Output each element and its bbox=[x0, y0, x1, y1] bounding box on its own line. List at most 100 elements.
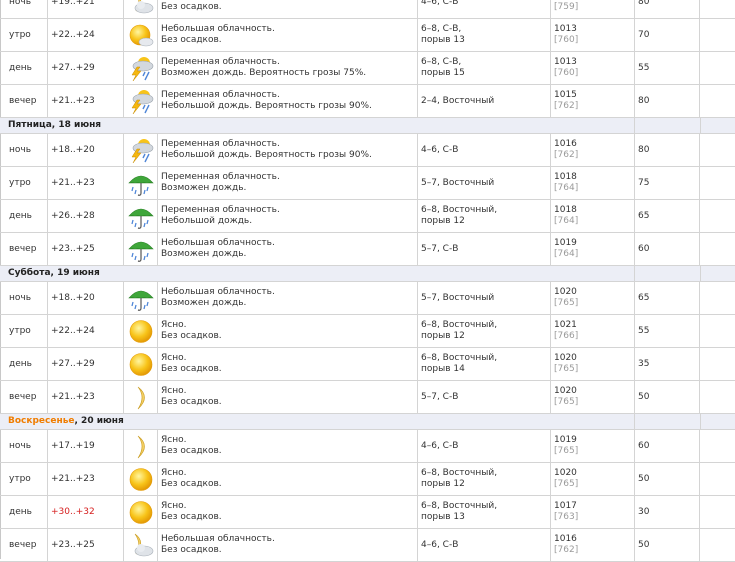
time-of-day-cell: утро bbox=[0, 19, 47, 51]
forecast-row: день +27..+29 Ясно. Без осадков. 6–8, Восточ… bbox=[0, 348, 735, 381]
day-date: , 20 июня bbox=[74, 416, 124, 426]
temperature-cell: +21..+23 bbox=[47, 167, 123, 199]
time-of-day: утро bbox=[9, 474, 31, 484]
umbrella-icon bbox=[127, 203, 155, 230]
pressure-text: 1020 [765] bbox=[554, 353, 578, 375]
conditions-cell: Ясно. Без осадков. bbox=[157, 463, 417, 495]
wind-cell: 6–8, С-В, порыв 13 bbox=[417, 19, 550, 51]
wind-cell: 6–8, Восточный, порыв 14 bbox=[417, 348, 550, 380]
conditions-line-1: Ясно. bbox=[161, 468, 187, 478]
conditions-line-1: Ясно. bbox=[161, 353, 187, 363]
temperature-value: +21..+23 bbox=[51, 96, 95, 106]
conditions-line-2: Возможен дождь. bbox=[161, 249, 247, 259]
humidity-value: 50 bbox=[638, 540, 650, 550]
conditions-line-2: Без осадков. bbox=[161, 479, 222, 489]
wind-speed: 6–8, Восточный, bbox=[421, 353, 498, 363]
time-of-day-cell: вечер bbox=[0, 529, 47, 561]
time-of-day-cell: день bbox=[0, 496, 47, 528]
wind-gust: порыв 12 bbox=[421, 479, 465, 489]
weather-icon-cell bbox=[123, 430, 157, 462]
pressure-text: 1015 [762] bbox=[554, 90, 578, 112]
conditions-cell: Небольшая облачность.Без осадков. bbox=[157, 529, 417, 561]
wind-cell: 6–8, Восточный, порыв 13 bbox=[417, 496, 550, 528]
wind-speed: 4–6, С-В bbox=[421, 145, 459, 155]
pressure-mmhg: [764] bbox=[554, 249, 579, 259]
weather-icon-cell bbox=[123, 233, 157, 265]
day-weekday: Воскресенье bbox=[8, 416, 75, 426]
umbrella-icon bbox=[127, 236, 155, 263]
humidity-cell: 75 bbox=[634, 167, 700, 199]
conditions-line-1: Небольшая облачность. bbox=[161, 24, 275, 34]
temperature-cell: +27..+29 bbox=[47, 348, 123, 380]
temperature-cell: +21..+23 bbox=[47, 85, 123, 117]
humidity-value: 60 bbox=[638, 244, 650, 254]
pressure-mmhg: [762] bbox=[554, 150, 579, 160]
temperature-value: +27..+29 bbox=[51, 359, 95, 369]
pressure-mmhg: [763] bbox=[554, 512, 579, 522]
conditions-line-2: Без осадков. bbox=[161, 545, 222, 555]
moon-icon bbox=[127, 384, 155, 411]
time-of-day: вечер bbox=[9, 540, 37, 550]
conditions-cell: Ясно. Без осадков. bbox=[157, 348, 417, 380]
conditions-text: Переменная облачность. Возможен дождь. bbox=[161, 172, 280, 194]
pressure-mmhg: [766] bbox=[554, 331, 579, 341]
column-divider bbox=[700, 266, 701, 281]
temperature-value: +23..+25 bbox=[51, 244, 95, 254]
time-of-day-cell: вечер bbox=[0, 85, 47, 117]
forecast-row: день +30..+32 Ясно. Без осадков. 6–8, Восточ… bbox=[0, 496, 735, 529]
pressure-hpa: 1019 bbox=[554, 238, 577, 248]
pressure-hpa: 1021 bbox=[554, 320, 577, 330]
wind-cell: 6–8, Восточный, порыв 12 bbox=[417, 315, 550, 347]
pressure-hpa: 1016 bbox=[554, 139, 577, 149]
temperature-value: +17..+19 bbox=[51, 441, 95, 451]
conditions-line-1: Небольшая облачность. bbox=[161, 287, 275, 297]
wind-speed: 6–8, Восточный, bbox=[421, 320, 498, 330]
wind-gust: порыв 12 bbox=[421, 331, 465, 341]
temperature-cell: +22..+24 bbox=[47, 19, 123, 51]
pressure-text: 1019 [765] bbox=[554, 435, 578, 457]
humidity-value: 50 bbox=[638, 474, 650, 484]
time-of-day: день bbox=[9, 359, 32, 369]
wind-text: 6–8, Восточный, порыв 14 bbox=[421, 353, 497, 375]
humidity-value: 55 bbox=[638, 63, 650, 73]
conditions-line-2: Без осадков. bbox=[161, 364, 222, 374]
time-of-day-cell: утро bbox=[0, 315, 47, 347]
humidity-cell: 30 bbox=[634, 496, 700, 528]
conditions-cell: Небольшая облачность. Возможен дождь. bbox=[157, 233, 417, 265]
column-divider bbox=[634, 118, 635, 133]
thunderstorm-icon bbox=[127, 55, 155, 82]
pressure-mmhg: [765] bbox=[554, 298, 579, 308]
temperature-cell: +18..+20 bbox=[47, 282, 123, 314]
time-of-day: ночь bbox=[9, 293, 32, 303]
wind-cell: 6–8, Восточный, порыв 12 bbox=[417, 200, 550, 232]
wind-speed: 6–8, Восточный, bbox=[421, 205, 498, 215]
conditions-line-2: Возможен дождь. bbox=[161, 298, 247, 308]
temperature-value: +23..+25 bbox=[51, 540, 95, 550]
conditions-cell: Переменная облачность. Возможен дождь. bbox=[157, 167, 417, 199]
wind-gust: порыв 12 bbox=[421, 216, 465, 226]
conditions-cell: Переменная облачность. Небольшой дождь. В… bbox=[157, 134, 417, 166]
wind-speed: 5–7, С-В bbox=[421, 244, 459, 254]
wind-cell: 4–6, С-В bbox=[417, 430, 550, 462]
pressure-mmhg: [762] bbox=[554, 545, 579, 555]
pressure-cell: 1018 [764] bbox=[550, 167, 634, 199]
temperature-value: +27..+29 bbox=[51, 63, 95, 73]
humidity-cell: 35 bbox=[634, 348, 700, 380]
temperature-value: +30..+32 bbox=[51, 507, 95, 517]
conditions-line-2: Возможен дождь. Вероятность грозы 75%. bbox=[161, 68, 367, 78]
time-of-day-cell: ночь bbox=[0, 430, 47, 462]
time-of-day-cell: вечер bbox=[0, 233, 47, 265]
wind-speed: 6–8, С-В, bbox=[421, 24, 462, 34]
humidity-value: 50 bbox=[638, 392, 650, 402]
sun-icon bbox=[127, 318, 155, 345]
weather-icon-cell bbox=[123, 381, 157, 413]
pressure-cell: 1019 [764] bbox=[550, 233, 634, 265]
wind-cell: 6–8, Восточный, порыв 12 bbox=[417, 463, 550, 495]
conditions-line-1: Переменная облачность. bbox=[161, 57, 280, 67]
conditions-line-1: Ясно. bbox=[161, 435, 187, 445]
conditions-line-1: Ясно. bbox=[161, 320, 187, 330]
humidity-value: 75 bbox=[638, 178, 650, 188]
wind-cell: 4–6, С-В bbox=[417, 529, 550, 561]
weather-icon-cell bbox=[123, 496, 157, 528]
conditions-cell: Небольшая облачность.Без осадков. bbox=[157, 19, 417, 51]
